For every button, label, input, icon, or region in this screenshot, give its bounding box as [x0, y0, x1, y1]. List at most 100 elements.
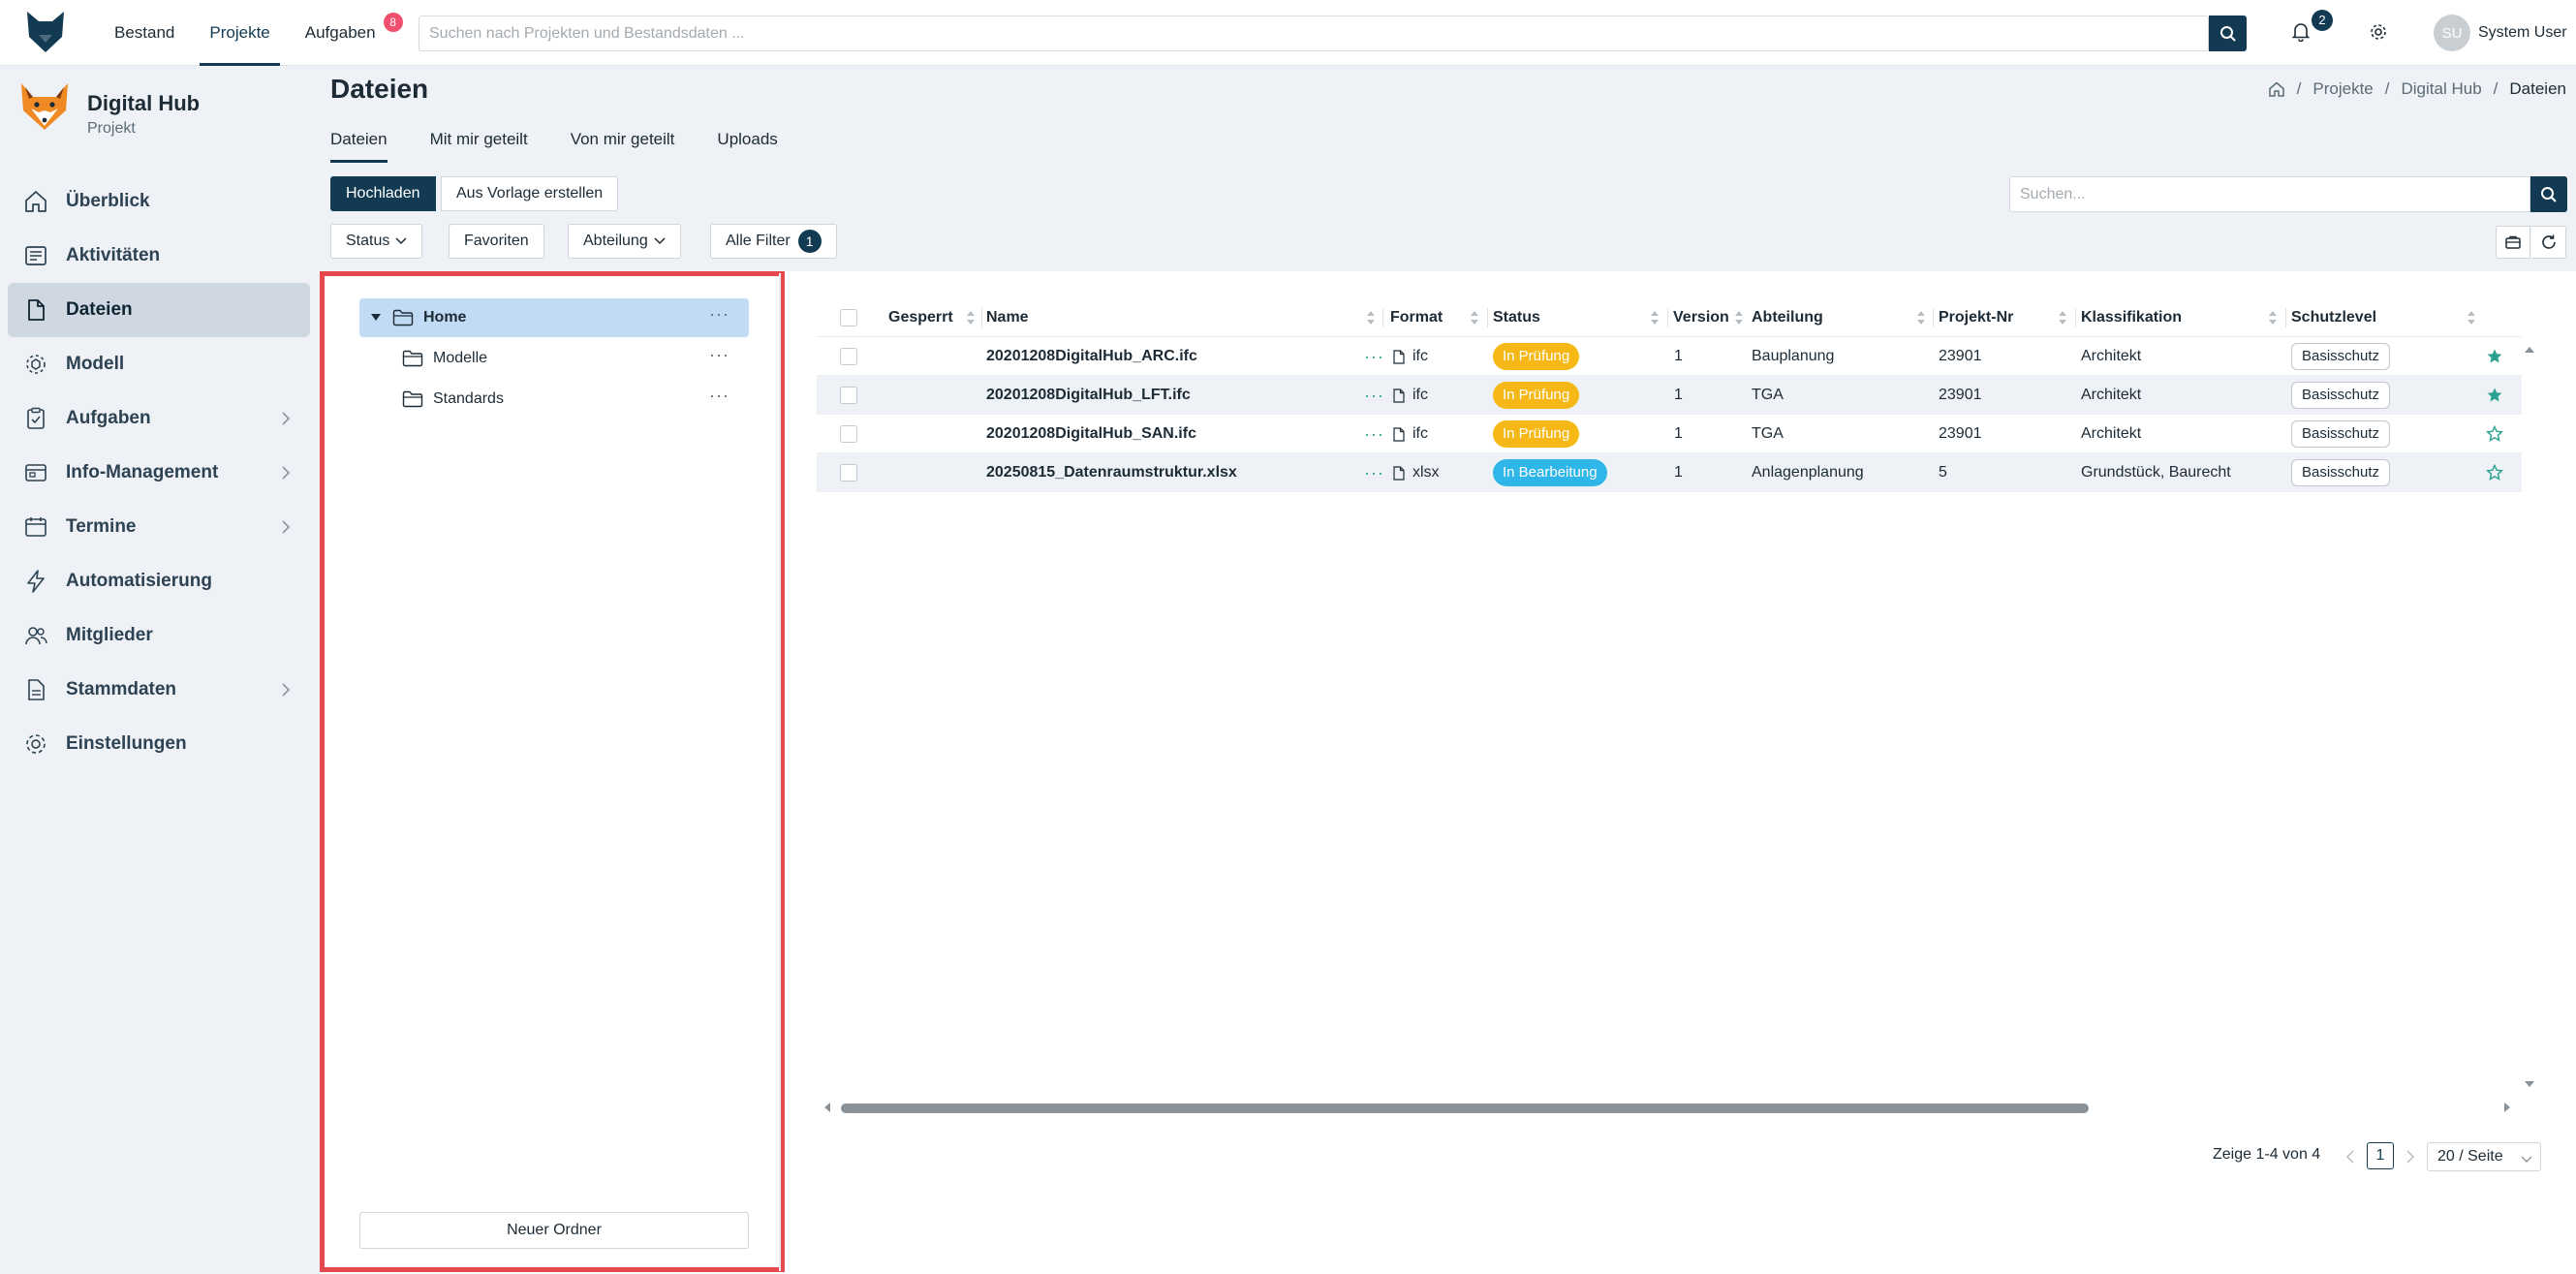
sort-icon[interactable]	[1734, 310, 1744, 326]
row-checkbox[interactable]	[840, 387, 857, 404]
breadcrumb-digital-hub[interactable]: Digital Hub	[2402, 79, 2482, 99]
sidebar-item-modell[interactable]: Modell	[8, 337, 310, 391]
favorite-toggle[interactable]	[2486, 415, 2503, 453]
table-row[interactable]: 20250815_Datenraumstruktur.xlsx ··· xlsx…	[817, 453, 2522, 492]
column-header-department[interactable]: Abteilung	[1752, 298, 1823, 337]
scroll-right-arrow-icon[interactable]	[2501, 1102, 2513, 1113]
tab-mit-mir-geteilt[interactable]: Mit mir geteilt	[430, 122, 528, 165]
file-name[interactable]: 20201208DigitalHub_ARC.ifc	[986, 337, 1197, 376]
sidebar-item-ueberblick[interactable]: Überblick	[8, 174, 310, 229]
new-folder-button[interactable]: Neuer Ordner	[359, 1212, 749, 1249]
export-button[interactable]	[2496, 226, 2530, 259]
column-header-protection[interactable]: Schutzlevel	[2291, 298, 2376, 337]
global-search-field[interactable]	[419, 16, 2209, 51]
settings-button[interactable]	[2364, 17, 2393, 47]
tree-folder-standards[interactable]: Standards ···	[359, 380, 749, 419]
sidebar-item-aufgaben[interactable]: Aufgaben	[8, 391, 310, 446]
sidebar-item-mitglieder[interactable]: Mitglieder	[8, 608, 310, 663]
folder-more-menu[interactable]: ···	[709, 345, 729, 365]
tab-dateien[interactable]: Dateien	[330, 122, 388, 165]
file-name[interactable]: 20201208DigitalHub_LFT.ifc	[986, 376, 1191, 415]
pagination-next-button[interactable]	[2403, 1147, 2418, 1166]
breadcrumb-projekte[interactable]: Projekte	[2312, 79, 2373, 99]
sidebar-item-dateien[interactable]: Dateien	[8, 283, 310, 337]
horizontal-scrollbar-thumb[interactable]	[841, 1103, 2089, 1113]
upload-button[interactable]: Hochladen	[330, 176, 436, 211]
file-department: Anlagenplanung	[1752, 464, 1864, 481]
column-header-classification[interactable]: Klassifikation	[2081, 298, 2182, 337]
sort-icon[interactable]	[1916, 310, 1926, 326]
tree-folder-home[interactable]: Home ···	[359, 298, 749, 337]
column-header-format[interactable]: Format	[1390, 298, 1443, 337]
sidebar-item-termine[interactable]: Termine	[8, 500, 310, 554]
favorite-toggle[interactable]	[2486, 337, 2503, 376]
tab-uploads[interactable]: Uploads	[717, 122, 777, 165]
sort-icon[interactable]	[2268, 310, 2278, 326]
refresh-button[interactable]	[2531, 226, 2566, 259]
create-from-template-button[interactable]: Aus Vorlage erstellen	[441, 176, 619, 211]
favorite-toggle[interactable]	[2486, 453, 2503, 492]
row-checkbox[interactable]	[840, 464, 857, 482]
briefcase-icon	[2505, 235, 2521, 249]
sort-icon[interactable]	[1650, 310, 1660, 326]
column-header-locked[interactable]: Gesperrt	[888, 298, 975, 337]
sort-icon[interactable]	[966, 310, 976, 326]
favorites-filter-button[interactable]: Favoriten	[449, 224, 544, 259]
scroll-down-arrow-icon[interactable]	[2523, 1077, 2536, 1091]
department-filter-dropdown[interactable]: Abteilung	[568, 224, 681, 259]
file-name[interactable]: 20201208DigitalHub_SAN.ifc	[986, 415, 1196, 453]
sidebar-item-automatisierung[interactable]: Automatisierung	[8, 554, 310, 608]
nav-aufgaben[interactable]: Aufgaben 8	[288, 0, 405, 66]
files-search-field[interactable]	[2009, 176, 2530, 212]
folder-more-menu[interactable]: ···	[709, 386, 729, 406]
sort-icon[interactable]	[2467, 310, 2476, 326]
files-search-input[interactable]	[2010, 177, 2529, 211]
tab-von-mir-geteilt[interactable]: Von mir geteilt	[571, 122, 675, 165]
caret-down-icon[interactable]	[371, 314, 381, 322]
table-row[interactable]: 20201208DigitalHub_LFT.ifc ··· ifc In Pr…	[817, 376, 2522, 415]
table-row[interactable]: 20201208DigitalHub_SAN.ifc ··· ifc In Pr…	[817, 415, 2522, 453]
column-header-project-nr[interactable]: Projekt-Nr	[1939, 298, 2013, 337]
status-badge: In Prüfung	[1493, 343, 1580, 370]
all-filters-button[interactable]: Alle Filter 1	[710, 224, 837, 259]
row-checkbox[interactable]	[840, 425, 857, 443]
column-header-status[interactable]: Status	[1493, 298, 1540, 337]
nav-projekte[interactable]: Projekte	[192, 0, 287, 66]
global-search-input[interactable]	[419, 16, 2208, 50]
select-all-checkbox[interactable]	[840, 309, 857, 326]
fox-logo-icon[interactable]	[25, 8, 66, 54]
scroll-up-arrow-icon[interactable]	[2523, 343, 2536, 357]
row-more-menu[interactable]: ···	[1364, 463, 1384, 483]
sort-icon[interactable]	[2058, 310, 2067, 326]
sidebar-item-info-management[interactable]: Info-Management	[8, 446, 310, 500]
tree-folder-modelle[interactable]: Modelle ···	[359, 339, 749, 378]
column-header-version[interactable]: Version	[1673, 298, 1729, 337]
file-name[interactable]: 20250815_Datenraumstruktur.xlsx	[986, 453, 1237, 492]
files-search-button[interactable]	[2530, 176, 2567, 212]
row-more-menu[interactable]: ···	[1364, 424, 1384, 445]
favorite-toggle[interactable]	[2486, 376, 2503, 415]
sidebar-item-einstellungen[interactable]: Einstellungen	[8, 717, 310, 771]
scroll-left-arrow-icon[interactable]	[822, 1102, 833, 1113]
page-size-select[interactable]: 20 / Seite	[2427, 1142, 2541, 1171]
global-search-button[interactable]	[2209, 16, 2247, 51]
user-menu[interactable]: SU System User	[2434, 14, 2567, 52]
table-row[interactable]: 20201208DigitalHub_ARC.ifc ··· ifc In Pr…	[817, 337, 2522, 376]
column-header-name[interactable]: Name	[986, 298, 1029, 337]
panel-divider[interactable]	[779, 273, 781, 1271]
folder-more-menu[interactable]: ···	[709, 304, 729, 325]
nav-bestand[interactable]: Bestand	[97, 0, 192, 66]
pagination-prev-button[interactable]	[2343, 1147, 2358, 1166]
file-icon	[1393, 388, 1405, 403]
home-icon[interactable]	[2268, 80, 2285, 98]
status-filter-dropdown[interactable]: Status	[330, 224, 423, 259]
sidebar-item-aktivitaeten[interactable]: Aktivitäten	[8, 229, 310, 283]
notifications-button[interactable]	[2288, 19, 2313, 45]
row-checkbox[interactable]	[840, 348, 857, 365]
sort-icon[interactable]	[1366, 310, 1376, 326]
sort-icon[interactable]	[1470, 310, 1479, 326]
sidebar-item-stammdaten[interactable]: Stammdaten	[8, 663, 310, 717]
row-more-menu[interactable]: ···	[1364, 347, 1384, 367]
row-more-menu[interactable]: ···	[1364, 386, 1384, 406]
pagination-page-1[interactable]: 1	[2367, 1142, 2394, 1169]
